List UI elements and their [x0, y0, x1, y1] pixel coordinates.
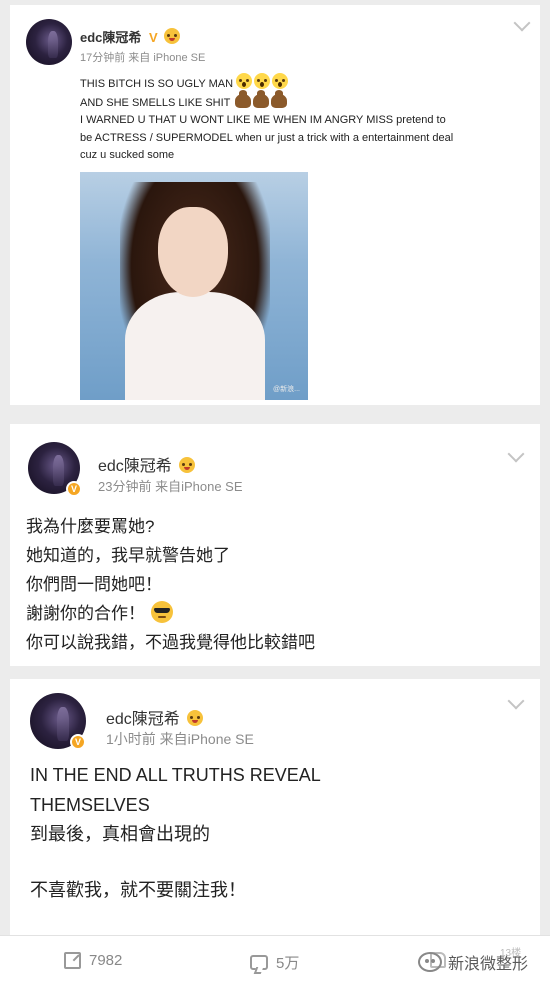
vip-emoji-icon [179, 457, 196, 473]
post-meta: 1小时前 来自iPhone SE [106, 731, 254, 747]
username[interactable]: edc陳冠希 V [80, 27, 181, 46]
username[interactable]: edc陳冠希 [98, 452, 196, 476]
post-card-3: V edc陳冠希 1小时前 来自iPhone SE IN THE END ALL… [10, 679, 540, 935]
chevron-down-icon[interactable] [507, 445, 525, 463]
verified-badge-icon: V [70, 734, 86, 750]
repost-button[interactable]: 7982 [64, 952, 122, 969]
scream-emoji-icon [254, 73, 271, 89]
username[interactable]: edc陳冠希 [106, 705, 204, 729]
sunglasses-emoji-icon [151, 601, 173, 623]
post-photo[interactable]: @新浪... [80, 172, 308, 400]
image-watermark: @新浪... [273, 386, 300, 393]
verified-badge-icon: V [66, 481, 82, 497]
action-bar: 7982 5万 13楼 新浪微整形 [0, 935, 550, 990]
post-text: 我為什麼要罵她? 她知道的，我早就警告她了 你們問一問她吧！ 謝謝你的合作！ 你… [26, 517, 315, 652]
poop-emoji-icon [235, 89, 252, 108]
post-card-1: edc陳冠希 V 17分钟前 来自 iPhone SE THIS BITCH I… [10, 5, 540, 405]
comment-icon [250, 955, 268, 970]
poop-emoji-icon [253, 89, 270, 108]
repost-icon [64, 952, 81, 969]
poop-emoji-icon [271, 89, 288, 108]
vip-emoji-icon [164, 28, 181, 44]
post-meta: 23分钟前 来自iPhone SE [98, 479, 243, 494]
chevron-down-icon[interactable] [507, 692, 525, 710]
vip-emoji-icon [187, 710, 204, 726]
chevron-down-icon[interactable] [513, 14, 531, 32]
post-card-2: V edc陳冠希 23分钟前 来自iPhone SE 我為什麼要罵她? 她知道的… [10, 424, 540, 666]
scream-emoji-icon [236, 73, 253, 89]
verified-mark: V [149, 30, 158, 45]
repost-count: 7982 [89, 952, 123, 969]
post-meta: 17分钟前 来自 iPhone SE [80, 52, 206, 64]
watermark: 新浪微整形 [418, 950, 528, 974]
comment-button[interactable]: 5万 [250, 952, 299, 973]
comment-count: 5万 [276, 955, 300, 972]
post-text: IN THE END ALL TRUTHS REVEAL THEMSELVES … [30, 765, 321, 900]
weibo-logo-icon [418, 952, 442, 972]
post-text: THIS BITCH IS SO UGLY MAN AND SHE SMELLS… [80, 73, 530, 165]
avatar[interactable] [26, 19, 72, 65]
scream-emoji-icon [272, 73, 289, 89]
